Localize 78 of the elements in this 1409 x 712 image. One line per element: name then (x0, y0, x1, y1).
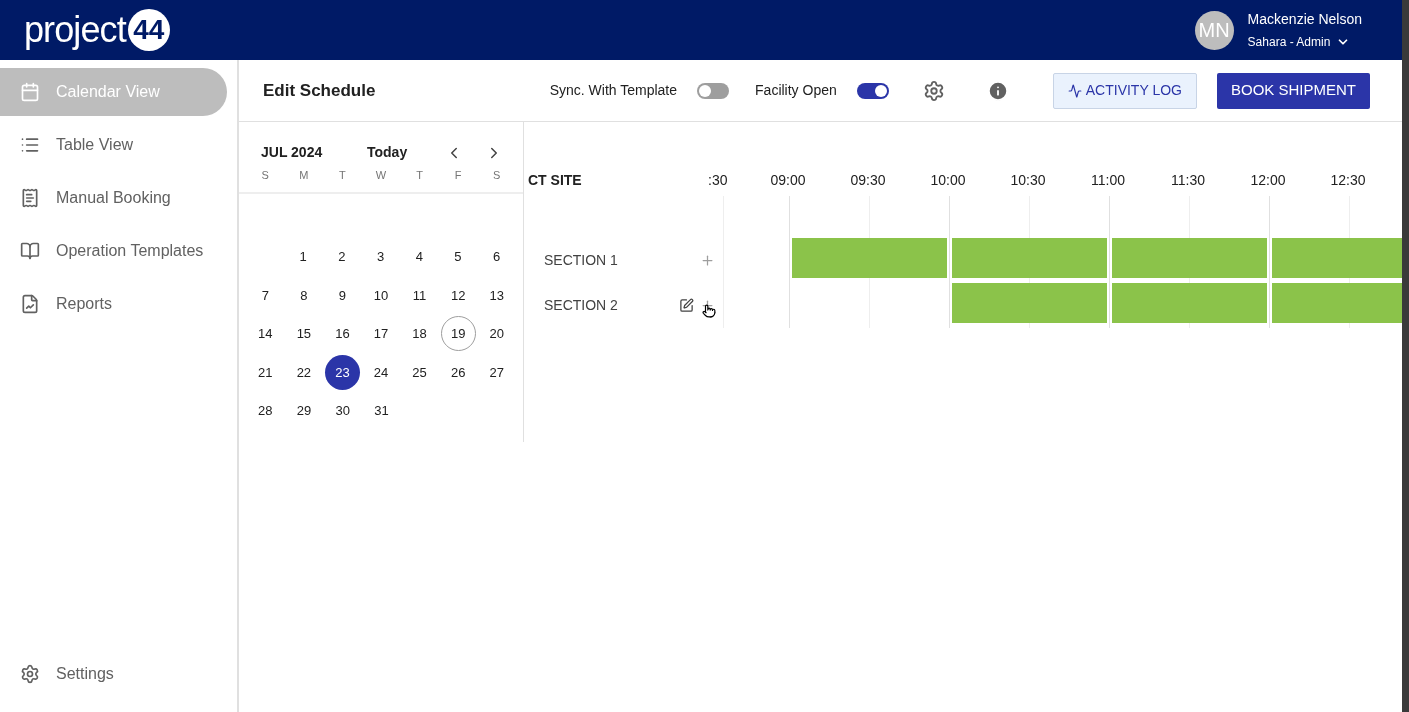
calendar-day[interactable]: 2 (324, 239, 360, 275)
calendar-day[interactable]: 22 (286, 354, 322, 390)
time-label: 09:30 (849, 171, 887, 190)
hand-cursor-icon (702, 304, 716, 318)
toggle-switch[interactable] (856, 82, 889, 99)
list-icon (20, 135, 40, 155)
calendar-day[interactable]: 17 (363, 316, 399, 352)
sidebar-item[interactable]: Table View (0, 121, 227, 169)
sidebar-item[interactable]: Reports (0, 280, 227, 328)
activity-log-button[interactable]: ACTIVITY LOG (1052, 72, 1197, 109)
weekday-label: S (260, 168, 270, 183)
calendar-day[interactable]: 31 (363, 393, 399, 429)
calendar-day[interactable]: 27 (479, 354, 515, 390)
toggle-label: Facility Open (755, 81, 837, 100)
time-label: :30 (708, 171, 729, 190)
calendar-day[interactable]: 28 (247, 393, 283, 429)
calendar-day[interactable]: 5 (440, 239, 476, 275)
calendar-day[interactable]: 26 (440, 354, 476, 390)
time-label: 09:00 (769, 171, 807, 190)
time-label: 10:00 (929, 171, 967, 190)
calendar-day[interactable]: 13 (479, 277, 515, 313)
weekday-label: T (415, 168, 424, 183)
calendar-day[interactable]: 30 (325, 393, 361, 429)
weekday-label: F (453, 168, 463, 183)
sidebar-item[interactable]: Manual Booking (0, 174, 227, 222)
user-name: Mackenzie Nelson (1247, 10, 1362, 29)
logo-wordmark: project (24, 12, 126, 48)
calendar-day[interactable]: 25 (402, 354, 438, 390)
calendar-day[interactable]: 1 (285, 239, 321, 275)
site-label: CT SITE (527, 171, 583, 190)
toggle-label: Sync. With Template (549, 81, 678, 100)
calendar-day[interactable]: 7 (247, 277, 283, 313)
calendar-day[interactable]: 10 (363, 277, 399, 313)
activity-icon (1067, 83, 1082, 98)
today-button[interactable]: Today (367, 142, 408, 163)
calendar-day[interactable]: 12 (440, 277, 476, 313)
settings-icon[interactable] (922, 79, 945, 102)
calendar-day[interactable]: 21 (247, 354, 283, 390)
time-label: 12:30 (1329, 171, 1367, 190)
user-role: Sahara - Admin (1247, 34, 1331, 51)
weekday-label: W (374, 168, 388, 183)
calendar-day[interactable]: 4 (401, 239, 437, 275)
calendar-day[interactable]: 3 (363, 239, 399, 275)
calendar-day[interactable]: 29 (286, 393, 322, 429)
calendar-day[interactable]: 9 (324, 277, 360, 313)
info-icon[interactable] (986, 79, 1009, 102)
calendar-day[interactable]: 15 (286, 316, 322, 352)
book-icon (20, 241, 40, 261)
calendar-icon (20, 82, 40, 102)
document-chart-icon (20, 294, 40, 314)
weekday-label: S (492, 168, 502, 183)
page-title: Edit Schedule (263, 79, 376, 102)
logo-badge: 44 (127, 9, 170, 51)
section-label: SECTION 2 (544, 296, 618, 315)
book-shipment-button[interactable]: BOOK SHIPMENT (1216, 72, 1370, 109)
calendar-day[interactable]: 18 (402, 316, 438, 352)
time-label: 11:30 (1170, 171, 1206, 190)
calendar-day[interactable]: 14 (247, 316, 283, 352)
calendar-day[interactable]: 23 (324, 354, 360, 390)
calendar-day[interactable]: 11 (402, 277, 438, 313)
time-label: 11:00 (1090, 171, 1126, 190)
edit-icon[interactable] (679, 298, 694, 313)
sidebar-item[interactable]: Operation Templates (0, 227, 227, 275)
calendar-day[interactable]: 6 (479, 239, 515, 275)
weekday-label: T (338, 168, 347, 183)
time-label: 10:30 (1009, 171, 1047, 190)
receipt-icon (20, 188, 40, 208)
sidebar-item[interactable]: Settings (0, 654, 237, 694)
calendar-day[interactable]: 24 (363, 354, 399, 390)
calendar-day[interactable]: 20 (479, 316, 515, 352)
toggle-switch[interactable] (697, 82, 730, 99)
calendar-day[interactable]: 8 (286, 277, 322, 313)
calendar-day[interactable]: 16 (324, 316, 360, 352)
settings-icon (20, 664, 40, 684)
time-label: 12:00 (1249, 171, 1287, 190)
section-label: SECTION 1 (544, 251, 618, 270)
month-label: JUL 2024 (261, 143, 324, 162)
weekday-label: M (298, 168, 310, 183)
